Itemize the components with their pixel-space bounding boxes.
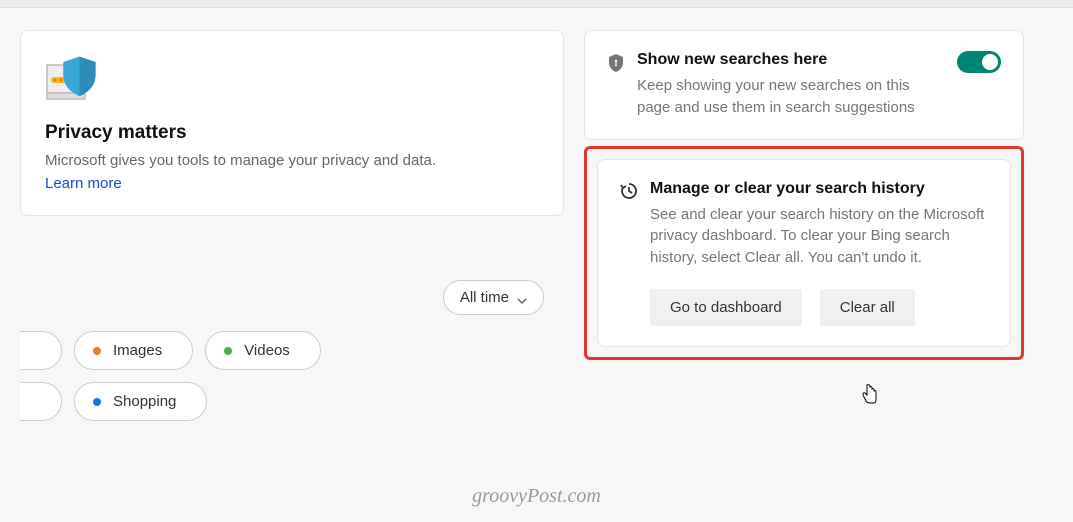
- show-searches-card: Show new searches here Keep showing your…: [584, 30, 1024, 140]
- chip-label: Images: [113, 342, 162, 359]
- privacy-matters-card: Privacy matters Microsoft gives you tool…: [20, 30, 564, 216]
- dot-icon: [224, 347, 232, 355]
- time-filter-dropdown[interactable]: All time: [443, 280, 544, 315]
- shield-icon: [607, 51, 625, 78]
- show-searches-description: Keep showing your new searches on this p…: [637, 75, 945, 119]
- chip-partial[interactable]: [20, 331, 62, 370]
- manage-history-card: Manage or clear your search history See …: [597, 159, 1011, 347]
- chip-partial[interactable]: [20, 382, 62, 421]
- cursor-pointer-icon: [861, 383, 879, 410]
- chip-label: Shopping: [113, 393, 176, 410]
- manage-history-description: See and clear your search history on the…: [650, 204, 988, 269]
- chip-shopping[interactable]: Shopping: [74, 382, 207, 421]
- manage-history-title: Manage or clear your search history: [650, 180, 988, 198]
- chevron-down-icon: [517, 293, 527, 303]
- time-filter-label: All time: [460, 289, 509, 306]
- highlight-annotation: Manage or clear your search history See …: [584, 146, 1024, 360]
- chip-label: Videos: [244, 342, 290, 359]
- privacy-description: Microsoft gives you tools to manage your…: [45, 152, 539, 169]
- privacy-title: Privacy matters: [45, 122, 539, 144]
- clear-all-button[interactable]: Clear all: [820, 289, 915, 326]
- history-icon: [620, 180, 638, 205]
- dot-icon: [93, 398, 101, 406]
- show-searches-title: Show new searches here: [637, 51, 945, 69]
- chip-images[interactable]: Images: [74, 331, 193, 370]
- chip-videos[interactable]: Videos: [205, 331, 321, 370]
- privacy-shield-icon: [45, 53, 539, 110]
- go-to-dashboard-button[interactable]: Go to dashboard: [650, 289, 802, 326]
- watermark: groovyPost.com: [472, 485, 601, 508]
- learn-more-link[interactable]: Learn more: [45, 175, 122, 192]
- dot-icon: [93, 347, 101, 355]
- show-searches-toggle[interactable]: [957, 51, 1001, 73]
